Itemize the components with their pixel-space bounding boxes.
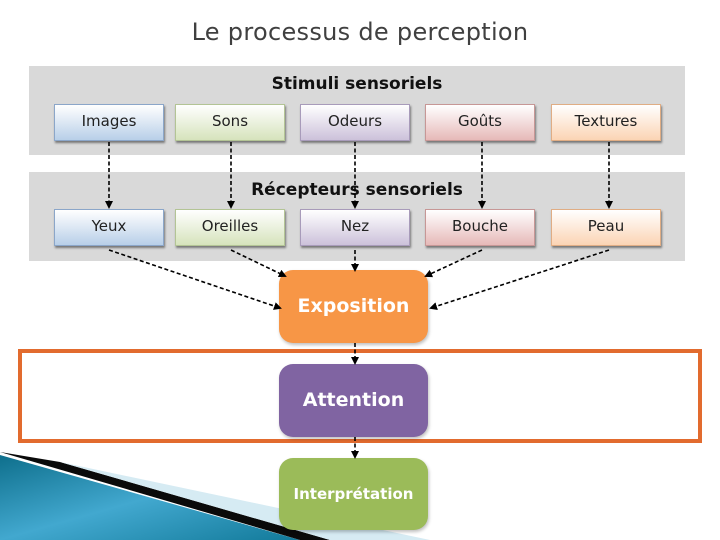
receptors-heading: Récepteurs sensoriels xyxy=(251,180,463,200)
page-title: Le processus de perception xyxy=(191,18,529,46)
receptor-yeux: Yeux xyxy=(54,209,164,246)
step-interpretation-label: Interprétation xyxy=(293,485,414,503)
step-exposition: Exposition xyxy=(279,270,428,343)
step-interpretation: Interprétation xyxy=(279,458,428,530)
stimuli-heading: Stimuli sensoriels xyxy=(271,74,443,94)
stimulus-odeurs: Odeurs xyxy=(300,104,410,141)
stimulus-gouts: Goûts xyxy=(425,104,535,141)
step-exposition-label: Exposition xyxy=(297,295,410,317)
step-attention: Attention xyxy=(279,364,428,437)
stimulus-textures: Textures xyxy=(551,104,661,141)
stimulus-images: Images xyxy=(54,104,164,141)
receptor-oreilles: Oreilles xyxy=(175,209,285,246)
receptor-bouche: Bouche xyxy=(425,209,535,246)
stimulus-sons: Sons xyxy=(175,104,285,141)
receptor-nez: Nez xyxy=(300,209,410,246)
receptor-peau: Peau xyxy=(551,209,661,246)
step-attention-label: Attention xyxy=(302,389,405,411)
